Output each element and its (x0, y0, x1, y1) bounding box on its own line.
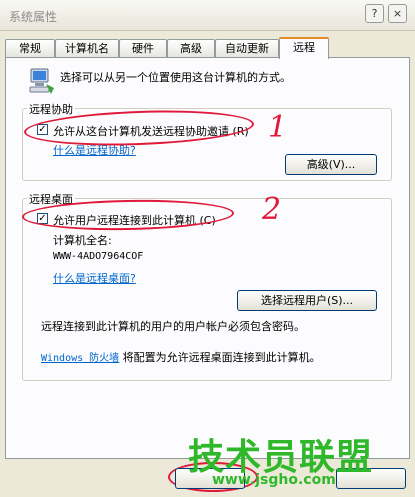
tab-advanced[interactable]: 高级 (167, 39, 215, 57)
annotation-number-1: 1 (268, 110, 288, 145)
full-computer-name-label: 计算机全名: (53, 234, 112, 247)
remote-assistance-legend: 远程协助 (27, 101, 75, 117)
watermark: 技术员联盟 www.jsgho.com (188, 428, 388, 490)
window-title: 系统属性 (9, 10, 58, 24)
password-requirement-note: 远程连接到此计算机的用户的用户帐户必须包含密码。 (41, 320, 305, 333)
help-button[interactable]: ? (365, 4, 384, 23)
firewall-note: Windows 防火墙 将配置为允许远程桌面连接到此计算机。 (41, 351, 321, 364)
annotation-number-2: 2 (262, 192, 282, 227)
remote-computer-icon (29, 68, 54, 94)
tab-computer-name[interactable]: 计算机名 (55, 39, 119, 57)
advanced-button[interactable]: 高级(V)... (285, 154, 377, 175)
intro-text: 选择可以从另一个位置使用这台计算机的方式。 (60, 71, 291, 84)
close-button[interactable]: × (388, 4, 407, 23)
windows-firewall-link[interactable]: Windows 防火墙 (41, 353, 119, 364)
select-remote-users-button[interactable]: 选择远程用户(S)... (237, 290, 377, 311)
computer-name-value: WWW-4ADO7964COF (53, 251, 144, 262)
tab-general[interactable]: 常规 (5, 39, 55, 57)
what-is-remote-desktop-link[interactable]: 什么是远程桌面? (53, 270, 136, 286)
tab-hardware[interactable]: 硬件 (119, 39, 167, 57)
tab-automatic-updates[interactable]: 自动更新 (215, 39, 279, 57)
watermark-url: www.jsgho.com (212, 472, 336, 488)
title-bar: 系统属性 ? × (0, 0, 415, 31)
tab-remote[interactable]: 远程 (279, 37, 329, 59)
